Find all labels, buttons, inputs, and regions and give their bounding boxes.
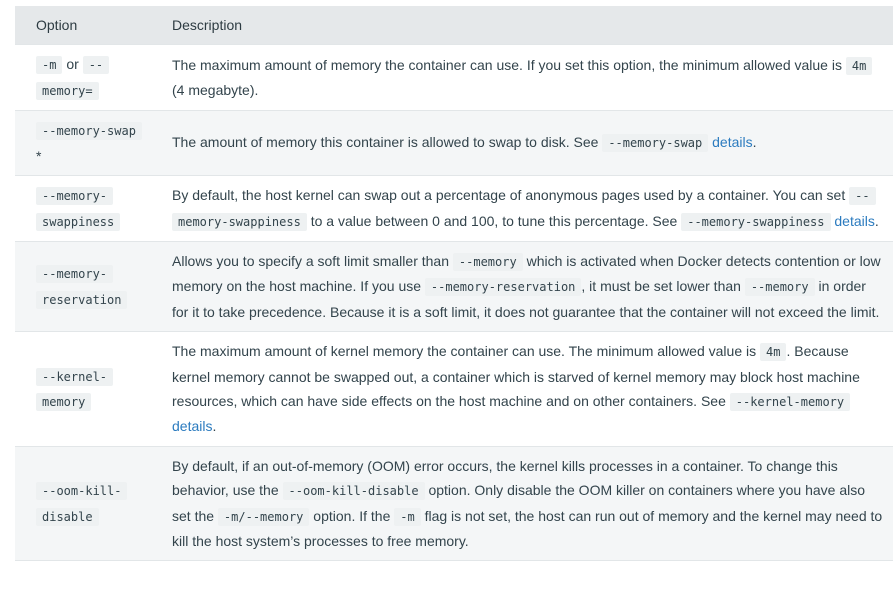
option-cell-memory: -m or --memory= <box>15 44 151 111</box>
desc-text: , it must be set lower than <box>581 278 745 295</box>
header-description: Description <box>172 17 243 33</box>
desc-text: (4 megabyte). <box>172 82 259 98</box>
option-cell-memory-reservation: --memory-reservation <box>15 240 151 332</box>
option-code-kernel-memory: --kernel-memory <box>36 367 114 412</box>
table-row-memory-reservation: --memory-reservation Allows you to speci… <box>15 240 893 332</box>
inline-code-memory-swap: --memory-swap <box>602 134 709 153</box>
inline-code-kernel-memory: --kernel-memory <box>729 393 851 412</box>
option-cell-oom-kill-disable: --oom-kill-disable <box>15 445 151 562</box>
option-asterisk: * <box>36 147 42 164</box>
option-cell-kernel-memory: --kernel-memory <box>15 331 151 447</box>
option-code-m: -m <box>36 56 63 74</box>
desc-text: The maximum amount of kernel memory the … <box>172 343 760 360</box>
option-or-text: or <box>62 56 83 72</box>
description-cell-memory-reservation: Allows you to specify a soft limit small… <box>151 240 893 332</box>
desc-text: . <box>874 212 879 229</box>
details-link-memory-swap[interactable]: details <box>712 134 752 150</box>
desc-text: Allows you to specify a soft limit small… <box>172 253 453 269</box>
inline-code-memory-2: --memory <box>744 278 815 297</box>
memory-options-table: Option Description -m or --memory= The m… <box>15 6 893 562</box>
description-cell-memory: The maximum amount of memory the contain… <box>151 44 893 111</box>
option-code-oom-kill-disable: --oom-kill-disable <box>36 482 128 526</box>
table-row-kernel-memory: --kernel-memory The maximum amount of ke… <box>15 331 893 447</box>
description-cell-memory-swappiness: By default, the host kernel can swap out… <box>151 175 893 242</box>
table-row-memory-swappiness: --memory-swappiness By default, the host… <box>15 175 893 242</box>
desc-text: By default, the host kernel can swap out… <box>172 187 850 204</box>
inline-code-m-memory: -m/--memory <box>217 507 310 526</box>
desc-text: The maximum amount of memory the contain… <box>172 56 846 73</box>
option-cell-memory-swap: --memory-swap * <box>15 110 151 176</box>
details-link-kernel-memory[interactable]: details <box>172 418 212 434</box>
inline-code-memory-swappiness-2: --memory-swappiness <box>681 212 831 231</box>
inline-code-4m: 4m <box>845 56 873 75</box>
description-cell-kernel-memory: The maximum amount of kernel memory the … <box>151 331 893 447</box>
desc-text: The amount of memory this container is a… <box>172 134 603 151</box>
memory-options-table-container: Option Description -m or --memory= The m… <box>15 6 893 562</box>
option-cell-memory-swappiness: --memory-swappiness <box>15 175 151 242</box>
option-code-memory-swap: --memory-swap <box>36 122 142 140</box>
header-option: Option <box>36 17 78 33</box>
desc-text: . <box>752 134 757 151</box>
table-row-memory-swap: --memory-swap * The amount of memory thi… <box>15 110 893 176</box>
inline-code-memory-reservation: --memory-reservation <box>424 278 582 297</box>
desc-text: option. If the <box>309 507 395 524</box>
inline-code-oom-kill-disable: --oom-kill-disable <box>282 482 425 501</box>
option-code-memory-reservation: --memory-reservation <box>36 265 128 309</box>
description-cell-oom-kill-disable: By default, if an out-of-memory (OOM) er… <box>151 445 893 562</box>
inline-code-m: -m <box>394 507 421 526</box>
table-header-row: Option Description <box>15 6 893 45</box>
table-row-memory: -m or --memory= The maximum amount of me… <box>15 44 893 111</box>
desc-text: to a value between 0 and 100, to tune th… <box>306 212 682 229</box>
details-link-memory-swappiness[interactable]: details <box>834 213 874 229</box>
option-code-memory-swappiness: --memory-swappiness <box>36 187 121 231</box>
description-cell-memory-swap: The amount of memory this container is a… <box>151 110 893 176</box>
desc-text: . <box>212 418 217 435</box>
inline-code-4m-kernel: 4m <box>760 343 787 362</box>
table-row-oom-kill-disable: --oom-kill-disable By default, if an out… <box>15 445 893 562</box>
inline-code-memory: --memory <box>452 253 523 271</box>
